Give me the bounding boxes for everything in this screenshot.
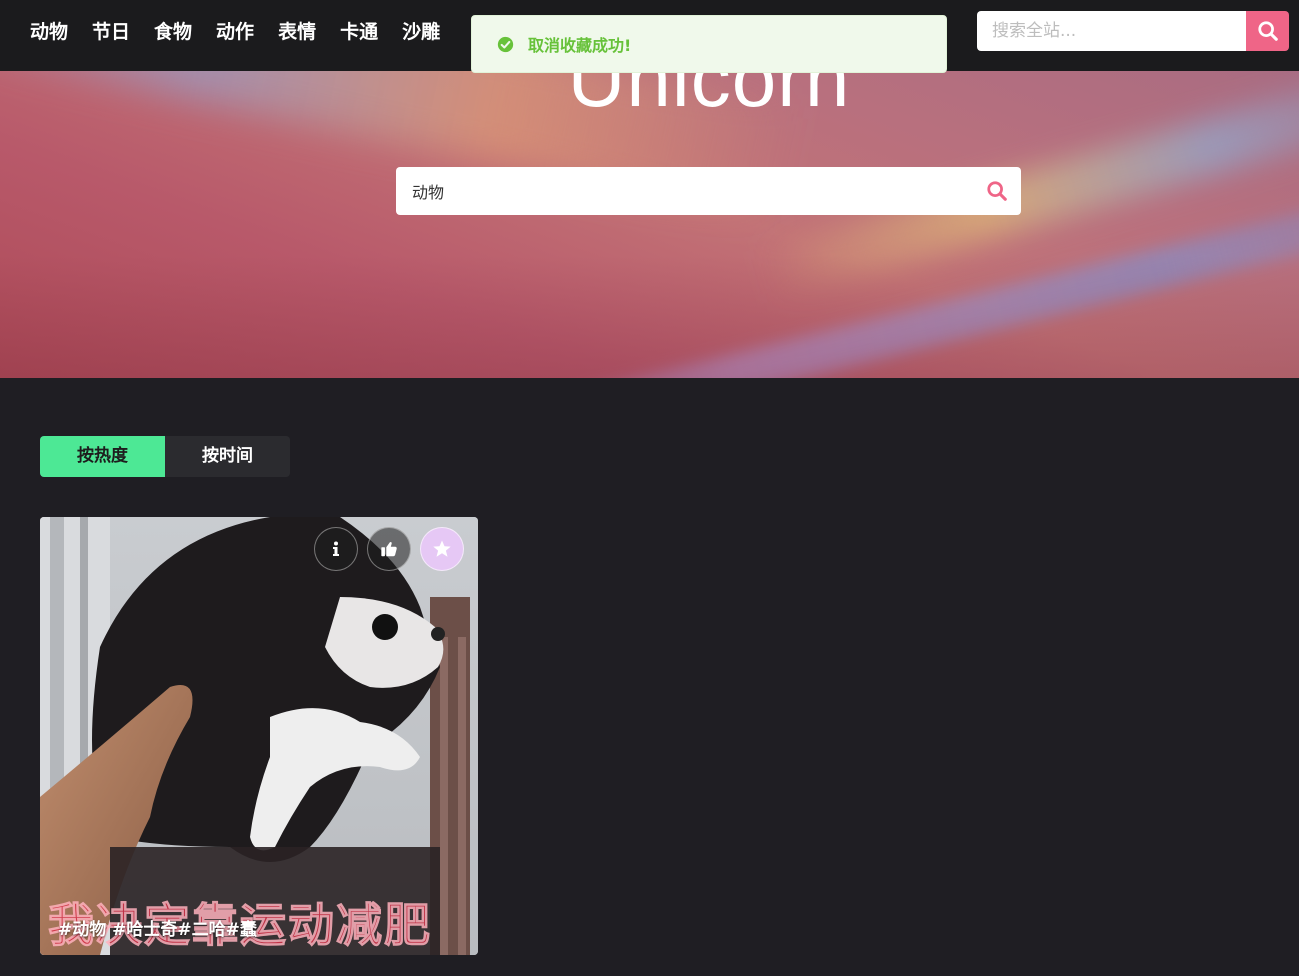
nav-item-food[interactable]: 食物: [142, 0, 204, 64]
nav-item-animals[interactable]: 动物: [18, 0, 80, 64]
search-icon: [1257, 21, 1278, 41]
search-icon[interactable]: [973, 167, 1021, 215]
gif-card[interactable]: 我决定靠运动减肥 #动物 #哈士奇#二哈#蠢: [40, 517, 478, 955]
check-circle-icon: [497, 36, 514, 52]
tab-sort-by-popularity[interactable]: 按热度: [40, 436, 165, 477]
like-button[interactable]: [367, 527, 411, 571]
card-tags: #动物 #哈士奇#二哈#蠢: [58, 920, 257, 940]
success-toast: 取消收藏成功!: [471, 15, 947, 73]
star-icon: [433, 540, 451, 557]
hero-search-input[interactable]: [396, 167, 973, 215]
info-button[interactable]: [314, 527, 358, 571]
hero-title: Unicorn: [567, 71, 851, 123]
toast-message: 取消收藏成功!: [528, 36, 632, 55]
nav-item-actions[interactable]: 动作: [204, 0, 266, 64]
card-actions: [314, 527, 464, 571]
thumbs-up-icon: [381, 541, 397, 557]
category-nav: 动物 节日 食物 动作 表情 卡通 沙雕: [18, 0, 452, 64]
nav-item-cartoon[interactable]: 卡通: [328, 0, 390, 64]
sort-tabs: 按热度 按时间: [40, 436, 290, 477]
nav-item-expressions[interactable]: 表情: [266, 0, 328, 64]
hero-banner: Unicorn: [0, 71, 1299, 378]
hero-search-bar: [396, 167, 1021, 215]
nav-item-holidays[interactable]: 节日: [80, 0, 142, 64]
info-icon: [333, 541, 339, 556]
site-search: [977, 11, 1289, 51]
nav-item-funny[interactable]: 沙雕: [390, 0, 452, 64]
favorite-button[interactable]: [420, 527, 464, 571]
tab-sort-by-time[interactable]: 按时间: [165, 436, 290, 477]
site-search-input[interactable]: [977, 11, 1246, 51]
site-search-button[interactable]: [1246, 11, 1289, 51]
